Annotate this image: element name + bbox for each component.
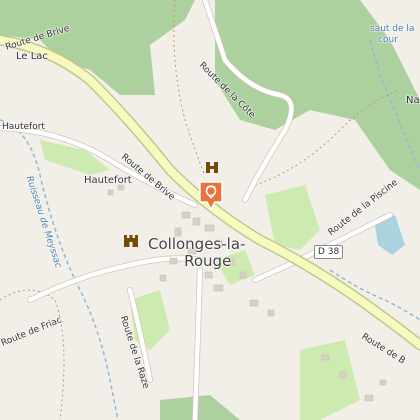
grass-area-east xyxy=(265,185,320,250)
place-label-na: Na xyxy=(406,95,420,106)
town-label-line1: Collonges-la- xyxy=(148,235,246,253)
place-label-hautefort: Hautefort xyxy=(84,175,132,186)
road-label-hautefort: Hautefort xyxy=(2,122,45,132)
trail-north xyxy=(173,0,206,176)
place-label-saut-line1: saut de la xyxy=(370,24,415,34)
grass-area-southeast xyxy=(300,340,360,420)
forest-area-south xyxy=(160,395,240,420)
town-label-line2: Rouge xyxy=(184,252,232,271)
map-view[interactable]: Route de Brive Route de Brive Route de B… xyxy=(0,0,420,420)
place-label-saut-line2: cour xyxy=(378,35,398,45)
road-shield-d38: D 38 xyxy=(314,245,344,259)
town-label-collonges: Collonges-la- Rouge xyxy=(148,235,246,271)
place-label-le-lac: Le Lac xyxy=(16,51,48,62)
trail-west xyxy=(0,289,65,420)
